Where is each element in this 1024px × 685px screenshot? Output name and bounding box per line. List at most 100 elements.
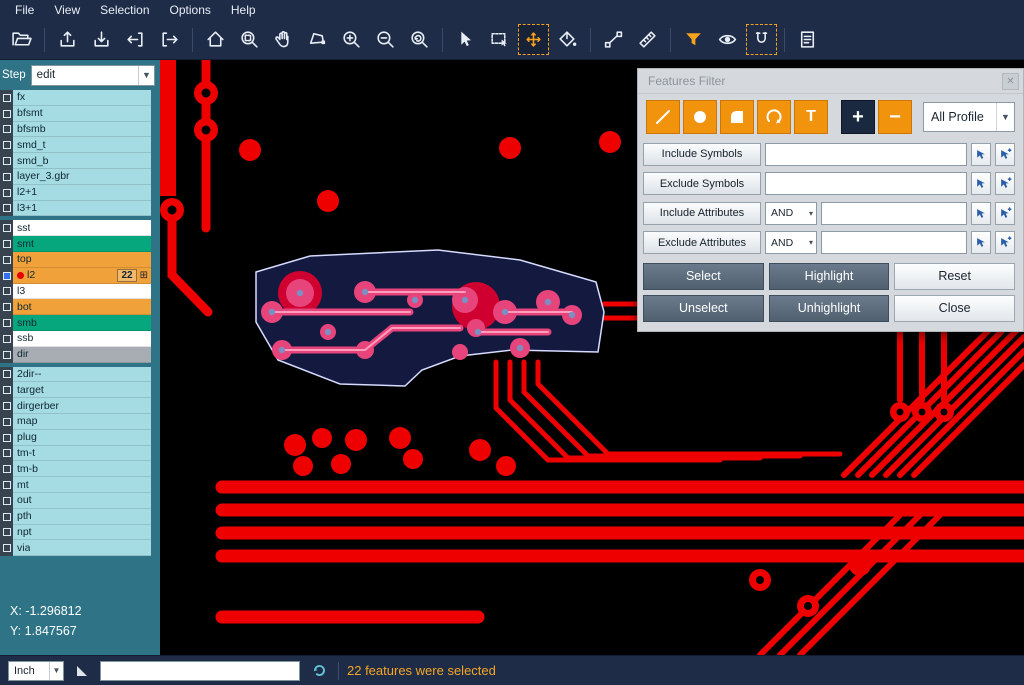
step-select[interactable]: edit ▼	[31, 65, 155, 86]
snap-magnet-icon[interactable]	[746, 24, 777, 55]
line-type-button[interactable]	[646, 100, 680, 134]
layer-row[interactable]: tm-t ⊞	[0, 446, 151, 462]
layer-visibility-checkbox[interactable]	[0, 347, 13, 363]
menu-item[interactable]: Help	[222, 1, 265, 19]
pick-from-canvas-button[interactable]	[971, 172, 991, 195]
remove-filter-button[interactable]: −	[878, 100, 912, 134]
close-icon[interactable]: ✕	[1002, 73, 1019, 90]
layer-visibility-checkbox[interactable]	[0, 169, 13, 185]
layer-visibility-checkbox[interactable]	[0, 414, 13, 430]
layer-visibility-checkbox[interactable]	[0, 220, 13, 236]
highlight-button[interactable]: Highlight	[769, 263, 890, 290]
zoom-area-icon[interactable]	[234, 24, 265, 55]
unselect-button[interactable]: Unselect	[643, 295, 764, 322]
layer-row[interactable]: dirgerber ⊞	[0, 398, 151, 414]
layer-row[interactable]: tm-b ⊞	[0, 461, 151, 477]
layer-row[interactable]: plug ⊞	[0, 430, 151, 446]
layer-visibility-checkbox[interactable]	[0, 430, 13, 446]
layer-row[interactable]: smd_b ⊞	[0, 153, 151, 169]
marquee-select-icon[interactable]	[484, 24, 515, 55]
pick-from-canvas-button[interactable]	[971, 231, 991, 254]
toggle-visibility-icon[interactable]	[712, 24, 743, 55]
pick-from-canvas-button[interactable]	[971, 202, 991, 225]
filter-row-input[interactable]	[765, 143, 967, 166]
surface-type-button[interactable]	[720, 100, 754, 134]
layer-row[interactable]: l3+1 ⊞	[0, 201, 151, 217]
layer-row[interactable]: sst ⊞	[0, 220, 151, 236]
pick-add-button[interactable]	[995, 143, 1015, 166]
layer-visibility-checkbox[interactable]	[0, 236, 13, 252]
unhighlight-button[interactable]: Unhighlight	[769, 295, 890, 322]
pad-type-button[interactable]	[683, 100, 717, 134]
dialog-titlebar[interactable]: Features Filter ✕	[638, 69, 1023, 94]
menu-item[interactable]: View	[45, 1, 89, 19]
filter-row-label-button[interactable]: Include Attributes	[643, 202, 761, 225]
layer-visibility-checkbox[interactable]	[0, 461, 13, 477]
import-down-icon[interactable]	[86, 24, 117, 55]
layer-visibility-checkbox[interactable]	[0, 137, 13, 153]
layer-row[interactable]: target ⊞	[0, 382, 151, 398]
layer-visibility-checkbox[interactable]	[0, 268, 13, 284]
polygon-select-icon[interactable]	[302, 24, 333, 55]
layer-visibility-checkbox[interactable]	[0, 252, 13, 268]
corner-snap-icon[interactable]	[72, 661, 92, 681]
import-up-icon[interactable]	[52, 24, 83, 55]
zoom-in-icon[interactable]	[336, 24, 367, 55]
profile-select[interactable]: All Profile ▼	[923, 102, 1015, 132]
layer-visibility-checkbox[interactable]	[0, 185, 13, 201]
pointer-icon[interactable]	[450, 24, 481, 55]
layer-visibility-checkbox[interactable]	[0, 477, 13, 493]
layer-visibility-checkbox[interactable]	[0, 331, 13, 347]
pick-from-canvas-button[interactable]	[971, 143, 991, 166]
import-left-icon[interactable]	[120, 24, 151, 55]
zoom-out-icon[interactable]	[370, 24, 401, 55]
menu-item[interactable]: Options	[161, 1, 220, 19]
home-icon[interactable]	[200, 24, 231, 55]
layer-visibility-checkbox[interactable]	[0, 153, 13, 169]
layer-row[interactable]: mt ⊞	[0, 477, 151, 493]
add-filter-button[interactable]: +	[841, 100, 875, 134]
layer-row[interactable]: smt ⊞	[0, 236, 151, 252]
menu-item[interactable]: Selection	[91, 1, 158, 19]
units-select[interactable]: Inch ▼	[8, 661, 64, 681]
layer-visibility-checkbox[interactable]	[0, 398, 13, 414]
pick-add-button[interactable]	[995, 231, 1015, 254]
layer-row[interactable]: l2+1 ⊞	[0, 185, 151, 201]
layer-row[interactable]: map ⊞	[0, 414, 151, 430]
layer-visibility-checkbox[interactable]	[0, 284, 13, 300]
layer-visibility-checkbox[interactable]	[0, 509, 13, 525]
filter-row-label-button[interactable]: Exclude Attributes	[643, 231, 761, 254]
layer-row[interactable]: top ⊞	[0, 252, 151, 268]
layer-visibility-checkbox[interactable]	[0, 90, 13, 106]
layer-row[interactable]: via ⊞	[0, 540, 151, 556]
import-right-icon[interactable]	[154, 24, 185, 55]
select-features-icon[interactable]	[518, 24, 549, 55]
measure-ruler-icon[interactable]	[632, 24, 663, 55]
fill-bucket-icon[interactable]	[552, 24, 583, 55]
open-folder-icon[interactable]	[6, 24, 37, 55]
zoom-reset-icon[interactable]	[404, 24, 435, 55]
menu-item[interactable]: File	[6, 1, 43, 19]
close-button[interactable]: Close	[894, 295, 1015, 322]
layer-row[interactable]: l3 ⊞	[0, 284, 151, 300]
pcb-canvas[interactable]: Features Filter ✕ T + − All Profile ▼	[160, 60, 1024, 655]
pick-add-button[interactable]	[995, 202, 1015, 225]
layer-row[interactable]: out ⊞	[0, 493, 151, 509]
filter-row-input[interactable]	[821, 231, 967, 254]
line-endpoints-icon[interactable]	[598, 24, 629, 55]
command-input[interactable]	[100, 661, 300, 681]
arc-type-button[interactable]	[757, 100, 791, 134]
layer-visibility-checkbox[interactable]	[0, 315, 13, 331]
layer-row[interactable]: ssb ⊞	[0, 331, 151, 347]
features-filter-icon[interactable]	[678, 24, 709, 55]
filter-row-label-button[interactable]: Exclude Symbols	[643, 172, 761, 195]
layer-row[interactable]: bot ⊞	[0, 299, 151, 315]
layer-visibility-checkbox[interactable]	[0, 382, 13, 398]
layer-visibility-checkbox[interactable]	[0, 106, 13, 122]
layer-visibility-checkbox[interactable]	[0, 201, 13, 217]
operator-select[interactable]: AND	[765, 202, 817, 225]
layer-visibility-checkbox[interactable]	[0, 122, 13, 138]
text-type-button[interactable]: T	[794, 100, 828, 134]
pan-hand-icon[interactable]	[268, 24, 299, 55]
layer-row[interactable]: dir ⊞	[0, 347, 151, 363]
